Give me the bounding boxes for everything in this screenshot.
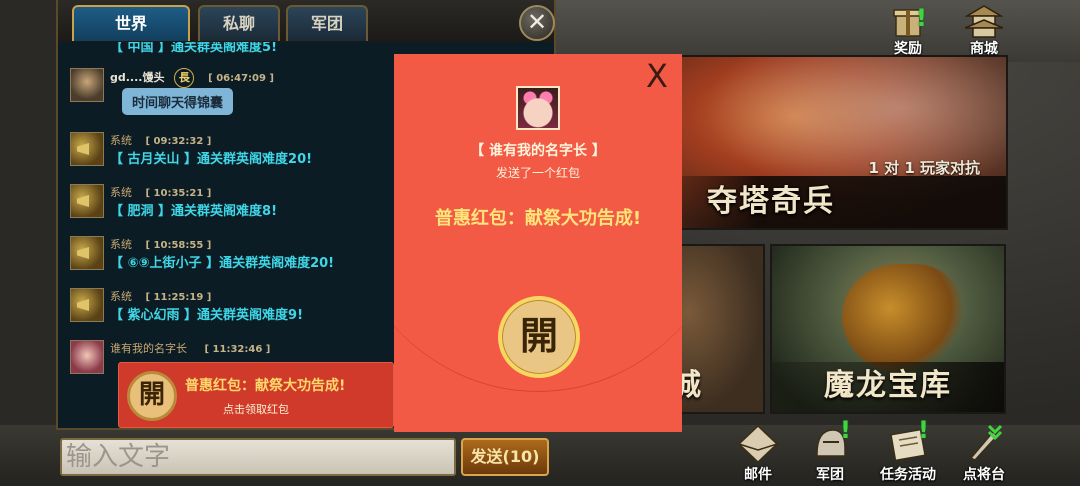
pvp-title: 夺塔奇兵 [707,184,835,219]
red-packet-card[interactable]: 開 普惠红包：献祭大功告成! 点击领取红包 [118,362,394,428]
sender-name: 系统 [110,134,132,147]
sender-avatar [516,86,560,130]
rank-badge: 長 [174,68,195,88]
message-text: 【 紫心幻雨 】通关群英阁难度9! [110,308,304,323]
modal-close-button[interactable]: X [640,58,674,94]
alert-icon: ! [840,416,851,444]
message-text: 【 肥洞 】通关群英阁难度8! [110,204,278,219]
legion-label: 军团 [816,467,844,483]
quest-activity-button[interactable]: 任务活动 ! [874,416,942,484]
alert-icon: ! [918,416,929,444]
message-text: 【 中国 】通关群英阁难度5! [110,42,278,55]
message-time: [ 06:47:09 ] [208,73,275,84]
modal-sent-text: 发送了一个红包 [495,166,580,180]
message-time: [ 09:32:32 ] [145,136,212,147]
dragon-treasury-title: 魔龙宝库 [824,368,952,403]
shop-button[interactable]: 商城 [952,4,1016,58]
red-packet-blessing: 普惠红包：献祭大功告成! [185,378,346,394]
message-bubble: 时间聊天得锦囊 [122,88,234,115]
system-horn-avatar [70,132,104,166]
tab-private[interactable]: 私聊 [198,5,280,41]
alert-icon: ! [916,4,927,32]
mail-icon [737,424,779,464]
modal-blessing: 普惠红包：献祭大功告成! [434,208,642,229]
message-sender: 系统 [ 09:32:32 ] [110,132,211,148]
general-platform-button[interactable]: 点将台 [950,422,1018,484]
message-text: 【 ⑥⑨上街小子 】通关群英阁难度20! [110,256,335,271]
open-coin-icon: 開 [127,371,177,421]
sender-name: gd....馒头 [110,71,165,84]
rewards-label: 奖励 [894,41,922,57]
message-text: 【 古月关山 】通关群英阁难度20! [110,152,313,167]
message-time: [ 10:58:55 ] [145,240,212,251]
send-button[interactable]: 发送(10) [461,438,549,476]
message-time: [ 11:32:46 ] [204,344,271,355]
system-horn-avatar [70,236,104,270]
general-platform-label: 点将台 [963,467,1005,483]
avatar[interactable] [70,68,104,102]
open-red-packet-button[interactable]: 開 [498,296,580,378]
red-packet-action: 点击领取红包 [223,403,289,416]
dragon-treasury-panel[interactable]: 魔龙宝库 [770,244,1006,414]
pvp-tower-panel[interactable]: 1 对 1 玩家对抗 夺塔奇兵 [650,55,1008,230]
tab-legion[interactable]: 军团 [286,5,368,41]
tab-world[interactable]: 世界 [72,5,190,41]
sender-name: 系统 [110,186,132,199]
sender-name: 系统 [110,290,132,303]
system-horn-avatar [70,184,104,218]
modal-sender-name: 【 谁有我的名字长 】 [470,143,606,159]
system-horn-avatar [70,288,104,322]
sender-name: 谁有我的名字长 [110,342,187,355]
avatar[interactable] [70,340,104,374]
dragon-art [842,264,962,374]
message-sender[interactable]: 谁有我的名字长 [ 11:32:46 ] [110,340,270,356]
message-sender: 系统 [ 11:25:19 ] [110,288,211,304]
sender-name: 系统 [110,238,132,251]
message-sender[interactable]: gd....馒头 長 [ 06:47:09 ] [110,68,274,88]
sword-general-icon [969,424,1003,461]
message-sender: 系统 [ 10:58:55 ] [110,236,211,252]
chat-close-button[interactable]: ✕ [519,5,555,41]
message-sender: 系统 [ 10:35:21 ] [110,184,211,200]
chat-tab-bar: 世界 私聊 军团 ✕ [58,0,555,42]
legion-button[interactable]: 军团 ! [796,416,864,484]
quest-activity-label: 任务活动 [880,467,936,483]
mail-label: 邮件 [744,467,772,483]
red-packet-modal: X 【 谁有我的名字长 】 发送了一个红包 普惠红包：献祭大功告成! 開 [394,54,682,432]
chat-input[interactable]: 输入文字 [60,438,456,476]
message-time: [ 11:25:19 ] [145,292,212,303]
message-time: [ 10:35:21 ] [145,188,212,199]
pvp-subtitle: 1 对 1 玩家对抗 [868,159,980,177]
rewards-button[interactable]: 奖励 ! [876,4,940,58]
mail-button[interactable]: 邮件 [724,422,792,484]
shop-label: 商城 [970,41,998,57]
pagoda-shop-icon [965,5,1003,38]
